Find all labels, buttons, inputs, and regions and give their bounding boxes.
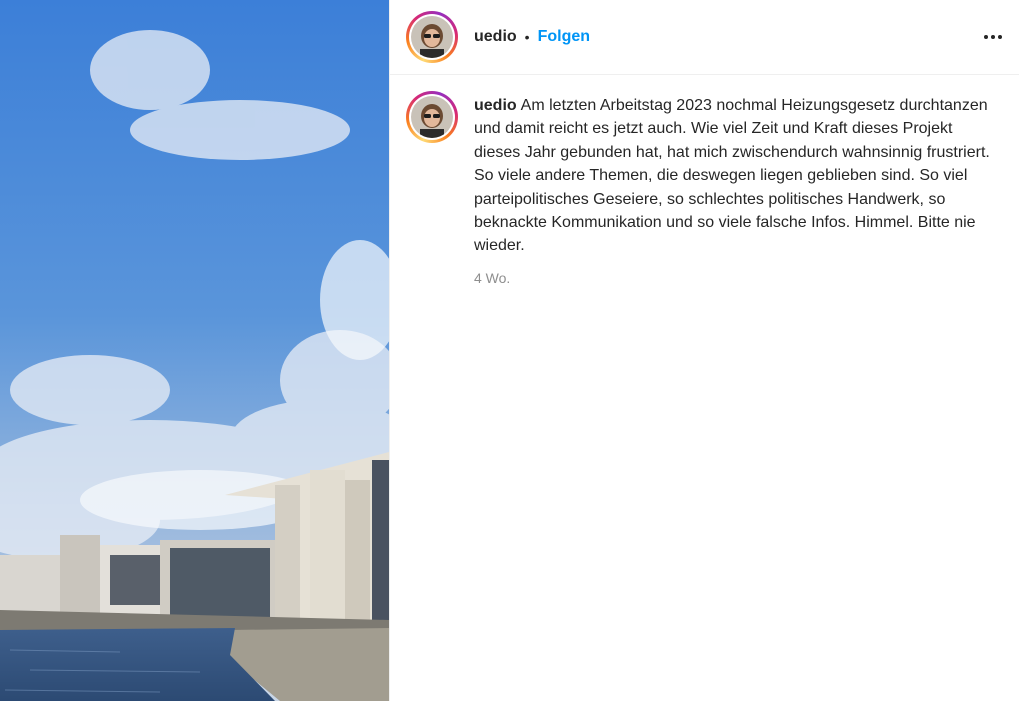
separator-dot: • — [524, 29, 530, 45]
post-header: uedio • Folgen — [390, 0, 1019, 75]
avatar[interactable] — [406, 11, 458, 63]
follow-button[interactable]: Folgen — [538, 28, 590, 46]
post-photo — [0, 0, 389, 701]
caption-avatar[interactable] — [406, 91, 458, 143]
post-timestamp[interactable]: 4 Wo. — [474, 270, 994, 286]
caption-text: uedio Am letzten Arbeitstag 2023 nochmal … — [474, 94, 994, 258]
caption-comment: uedio Am letzten Arbeitstag 2023 nochmal … — [390, 75, 1019, 286]
avatar-image — [411, 16, 453, 58]
post-sidebar: uedio • Folgen uedio Am letzten Arbeitst… — [389, 0, 1019, 701]
caption-username[interactable]: uedio — [474, 97, 517, 114]
caption-content: Am letzten Arbeitstag 2023 nochmal Heizu… — [474, 97, 990, 255]
post-dialog: uedio • Folgen uedio Am letzten Arbeitst… — [0, 0, 1019, 701]
header-username[interactable]: uedio — [474, 28, 517, 46]
avatar-image — [411, 96, 453, 138]
more-options-icon[interactable] — [981, 25, 1005, 49]
post-image[interactable] — [0, 0, 389, 701]
caption-body: uedio Am letzten Arbeitstag 2023 nochmal … — [474, 91, 994, 286]
